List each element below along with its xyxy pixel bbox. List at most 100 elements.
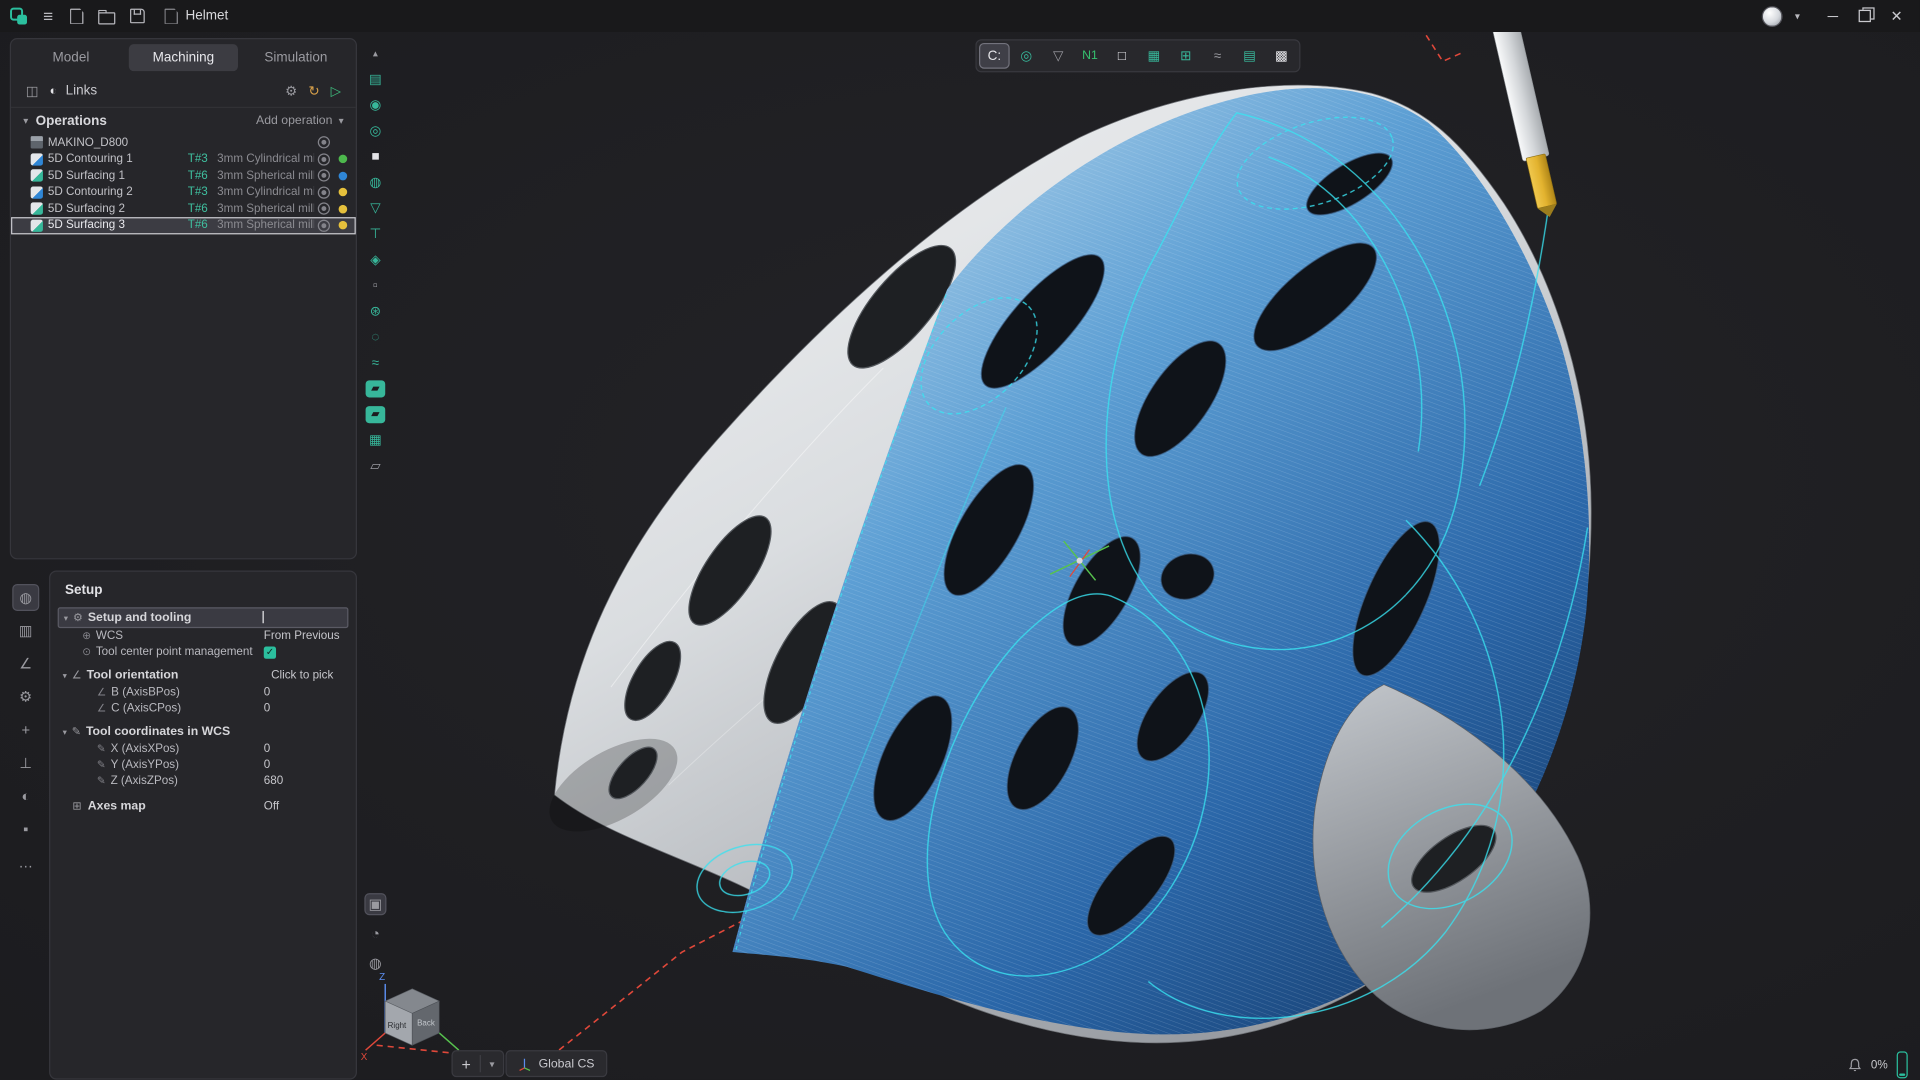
blocks-icon[interactable]: ▦ — [1138, 43, 1169, 69]
fit-view-icon[interactable]: ▣ — [364, 893, 386, 915]
row-axis-b[interactable]: ∠ B (AxisBPos) 0 — [50, 685, 355, 701]
operation-row[interactable]: 5D Contouring 2 T#3 3mm Cylindrical mill — [11, 184, 356, 201]
operation-row[interactable]: 5D Contouring 1 T#3 3mm Cylindrical mill — [11, 151, 356, 168]
gear-icon[interactable]: ⊛ — [363, 298, 388, 324]
axis-x-value[interactable]: 0 — [264, 742, 270, 755]
orbit-view-icon[interactable]: ◔ — [364, 923, 386, 945]
c-axis-button[interactable]: C: — [979, 43, 1010, 69]
workpiece-setup-icon[interactable]: ◍ — [12, 584, 39, 611]
main-menu-icon[interactable]: ≡ — [43, 6, 53, 26]
chip-icon[interactable]: ▫ — [363, 272, 388, 298]
operation-target-icon[interactable] — [318, 153, 330, 165]
holder-icon[interactable]: ◈ — [363, 247, 388, 273]
operation-row[interactable]: 5D Surfacing 2 T#6 3mm Spherical mill — [11, 201, 356, 218]
wave-icon[interactable]: ≈ — [363, 350, 388, 376]
operations-collapse-icon[interactable]: ▾ — [23, 115, 28, 126]
gear-icon[interactable]: ⚙ — [12, 683, 39, 710]
user-avatar[interactable] — [1762, 6, 1783, 27]
operation-row-selected[interactable]: 5D Surfacing 3 T#6 3mm Spherical mill — [11, 217, 356, 234]
row-axes-map[interactable]: ⊞ Axes map Off — [50, 797, 355, 814]
add-operation-button[interactable]: Add operation — [256, 114, 332, 127]
close-button[interactable]: ✕ — [1881, 0, 1913, 32]
user-menu-chevron-icon[interactable]: ▾ — [1795, 10, 1800, 21]
row-tool-center-point[interactable]: ⊙ Tool center point management ✓ — [50, 644, 355, 660]
minimize-button[interactable]: ─ — [1817, 0, 1849, 32]
filter-icon[interactable]: ▽ — [363, 195, 388, 221]
panel-icon[interactable]: ▱ — [363, 453, 388, 479]
world-cs-view-icon[interactable]: ◍ — [364, 952, 386, 974]
machine-row[interactable]: MAKINO_D800 — [11, 134, 356, 151]
spindle-icon[interactable]: ◉ — [363, 92, 388, 118]
operation-target-icon[interactable] — [318, 170, 330, 182]
operation-target-icon[interactable] — [318, 186, 330, 198]
app-logo[interactable] — [10, 7, 28, 25]
operation-row[interactable]: 5D Surfacing 1 T#6 3mm Spherical mill — [11, 167, 356, 184]
protractor-icon[interactable]: ∠ — [12, 650, 39, 677]
fixture-icon[interactable]: ◍ — [363, 169, 388, 195]
document-tab[interactable]: Helmet — [165, 8, 229, 24]
viewcube-face-right[interactable]: Right — [388, 1021, 407, 1030]
chevron-down-icon[interactable]: ▾ — [64, 613, 68, 623]
global-cs-button[interactable]: Global CS — [505, 1050, 606, 1077]
add-cs-button[interactable]: + — [453, 1054, 480, 1072]
move-icon[interactable]: + — [12, 716, 39, 743]
stock-icon[interactable]: ▪ — [12, 816, 39, 843]
axes-map-value[interactable]: Off — [264, 799, 279, 812]
tool-axis-icon[interactable]: ⊥ — [12, 750, 39, 777]
sim-card-a-icon[interactable]: ▰ — [363, 375, 388, 401]
wave-icon[interactable]: ≈ — [1202, 43, 1233, 69]
table-icon[interactable]: ▩ — [1266, 43, 1297, 69]
row-axis-z[interactable]: ✎ Z (AxisZPos) 680 — [50, 773, 355, 789]
probe-icon[interactable]: ⊤ — [363, 221, 388, 247]
grid-icon[interactable]: ▦ — [363, 427, 388, 453]
chevron-down-icon[interactable]: ▾ — [63, 670, 67, 680]
nc-block-button[interactable]: N1 — [1075, 43, 1106, 69]
row-axis-x[interactable]: ✎ X (AxisXPos) 0 — [50, 741, 355, 757]
coolant-icon[interactable]: ◎ — [363, 118, 388, 144]
more-icon[interactable]: … — [12, 849, 39, 876]
wcs-value[interactable]: From Previous — [264, 629, 340, 642]
links-settings-icon[interactable]: ⚙ — [285, 83, 297, 99]
tab-simulation[interactable]: Simulation — [241, 44, 351, 71]
printer-icon[interactable]: ▤ — [1234, 43, 1265, 69]
operation-target-icon[interactable] — [318, 219, 330, 231]
section-setup-and-tooling[interactable]: ▾ ⚙ Setup and tooling — [58, 607, 349, 628]
sim-card-b-icon[interactable]: ▰ — [363, 401, 388, 427]
stock-icon[interactable]: ■ — [363, 144, 388, 170]
bell-icon[interactable] — [1848, 1058, 1863, 1073]
new-document-icon[interactable] — [70, 8, 83, 24]
section-tool-coordinates[interactable]: ▾ ✎ Tool coordinates in WCS — [58, 723, 349, 741]
save-icon[interactable] — [130, 9, 145, 24]
filter-icon[interactable]: ▽ — [1043, 43, 1074, 69]
add-operation-chevron-icon[interactable]: ▾ — [339, 115, 344, 126]
operation-target-icon[interactable] — [318, 203, 330, 215]
cs-dropdown-chevron-icon[interactable]: ▾ — [481, 1058, 503, 1069]
machine-frame-icon[interactable]: ▤ — [363, 66, 388, 92]
axis-c-value[interactable]: 0 — [264, 702, 270, 715]
viewcube-face-back[interactable]: Back — [417, 1019, 435, 1028]
row-axis-c[interactable]: ∠ C (AxisCPos) 0 — [50, 701, 355, 717]
row-axis-y[interactable]: ✎ Y (AxisYPos) 0 — [50, 757, 355, 773]
axis-z-value[interactable]: 680 — [264, 774, 283, 787]
section-tool-orientation[interactable]: ▾ ∠ Tool orientation Click to pick — [58, 666, 349, 684]
orientation-pick-value[interactable]: Click to pick — [271, 669, 333, 682]
probe-icon[interactable]: ◎ — [1011, 43, 1042, 69]
chevron-down-icon[interactable]: ▾ — [63, 727, 67, 737]
machine-icon[interactable]: ▥ — [12, 617, 39, 644]
tcp-checkbox[interactable]: ✓ — [264, 646, 276, 658]
target-icon[interactable]: ◌ — [363, 324, 388, 350]
open-folder-icon[interactable] — [98, 8, 115, 24]
links-refresh-icon[interactable]: ↻ — [308, 83, 319, 99]
axis-b-value[interactable]: 0 — [264, 686, 270, 699]
links-toggle[interactable]: ◐ — [50, 84, 57, 97]
monitor-icon[interactable]: □ — [1107, 43, 1138, 69]
restore-button[interactable] — [1849, 0, 1881, 32]
grid-plan-icon[interactable]: ⊞ — [1170, 43, 1201, 69]
world-icon[interactable]: ◐ — [12, 783, 39, 810]
row-wcs[interactable]: ⊕ WCS From Previous — [50, 628, 355, 644]
scroll-up-icon[interactable]: ▴ — [363, 40, 388, 66]
tab-model[interactable]: Model — [16, 44, 126, 71]
links-run-icon[interactable]: ▷ — [331, 83, 341, 99]
axis-y-value[interactable]: 0 — [264, 758, 270, 771]
tab-machining[interactable]: Machining — [128, 44, 238, 71]
